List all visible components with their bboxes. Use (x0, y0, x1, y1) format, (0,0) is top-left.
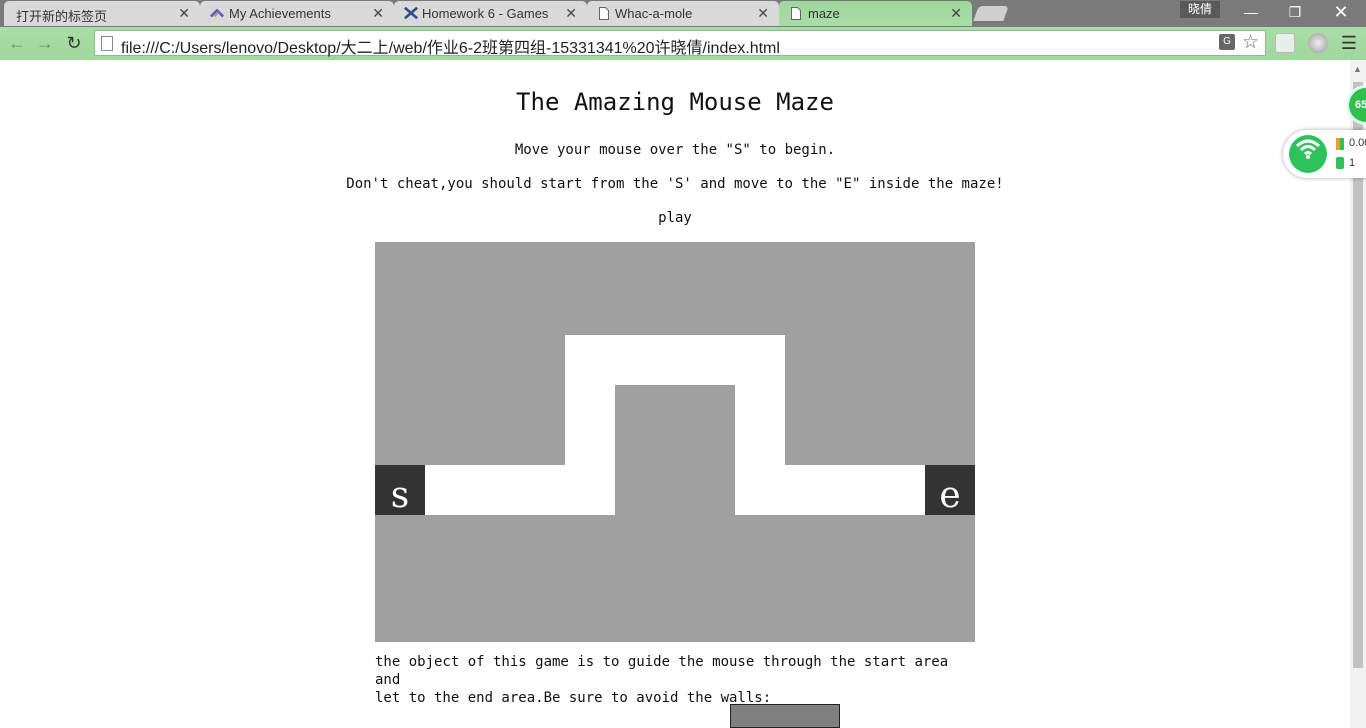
tab-title: maze (808, 6, 840, 21)
extension-icon[interactable] (1275, 33, 1295, 53)
close-icon[interactable]: ✕ (565, 5, 577, 21)
maze-end[interactable]: e (925, 465, 975, 516)
game-description: the object of this game is to guide the … (375, 654, 949, 706)
translate-icon[interactable]: G (1219, 34, 1235, 50)
tab-title: My Achievements (229, 6, 331, 21)
menu-icon[interactable]: ☰ (1340, 33, 1358, 53)
x-logo-icon (404, 6, 418, 20)
traffic-icon (1336, 138, 1344, 150)
url-text: file:///C:/Users/lenovo/Desktop/大二上/web/… (121, 40, 780, 57)
close-icon[interactable]: ✕ (178, 5, 190, 21)
tab-title: Whac-a-mole (615, 6, 693, 21)
page-icon (597, 6, 611, 20)
back-icon[interactable]: ← (5, 31, 29, 55)
tab-my-achievements[interactable]: My Achievements ✕ (200, 1, 394, 26)
new-tab-button[interactable] (973, 6, 1009, 21)
game-status: play (658, 210, 692, 226)
forward-icon[interactable]: → (33, 31, 57, 55)
close-icon[interactable]: ✕ (757, 5, 769, 21)
maze-path-bottom-right[interactable] (735, 465, 925, 515)
address-bar[interactable]: file:///C:/Users/lenovo/Desktop/大二上/web/… (94, 30, 1266, 57)
user-profile-badge[interactable]: 晓倩 (1180, 1, 1220, 18)
tab-new-tab-page[interactable]: 打开新的标签页 ✕ (4, 1, 200, 26)
reload-icon[interactable]: ↻ (62, 31, 86, 55)
browser-toolbar: ← → ↻ file:///C:/Users/lenovo/Desktop/大二… (0, 27, 1366, 60)
scroll-up-icon[interactable]: ▲ (1353, 64, 1362, 74)
network-widget[interactable]: 0.00 1 (1283, 130, 1366, 178)
achievements-icon (210, 6, 224, 20)
extension-ball-icon[interactable] (1308, 33, 1328, 53)
minimize-icon[interactable]: — (1228, 0, 1274, 26)
maze-board[interactable]: s e (375, 242, 975, 642)
wifi-icon (1289, 135, 1327, 173)
bottom-button[interactable] (730, 704, 840, 728)
page-icon (101, 36, 113, 51)
tab-title: 打开新的标签页 (16, 9, 108, 24)
page-title: The Amazing Mouse Maze (516, 88, 834, 116)
tab-homework-6[interactable]: Homework 6 - Games - ✕ (394, 1, 587, 26)
page-icon (789, 6, 803, 20)
tab-strip: 打开新的标签页 ✕ My Achievements ✕ Homework 6 -… (0, 0, 1366, 27)
restore-icon[interactable]: ❐ (1272, 0, 1318, 26)
close-icon[interactable]: ✕ (950, 5, 962, 21)
maze-start[interactable]: s (375, 465, 425, 516)
bookmark-star-icon[interactable]: ☆ (1242, 31, 1259, 54)
close-icon[interactable]: ✕ (372, 5, 384, 21)
page-content: The Amazing Mouse Maze Move your mouse o… (0, 60, 1350, 728)
tab-maze[interactable]: maze ✕ (779, 1, 972, 26)
close-window-icon[interactable]: ✕ (1318, 0, 1364, 26)
network-speed: 0.00 (1349, 137, 1366, 149)
tab-title: Homework 6 - Games - (422, 6, 550, 21)
device-icon (1336, 157, 1344, 169)
instruction-start: Move your mouse over the "S" to begin. (514, 142, 836, 158)
tab-whac-a-mole[interactable]: Whac-a-mole ✕ (587, 1, 779, 26)
device-count: 1 (1349, 157, 1356, 169)
instruction-rules: Don't cheat,you should start from the 'S… (346, 176, 1004, 192)
